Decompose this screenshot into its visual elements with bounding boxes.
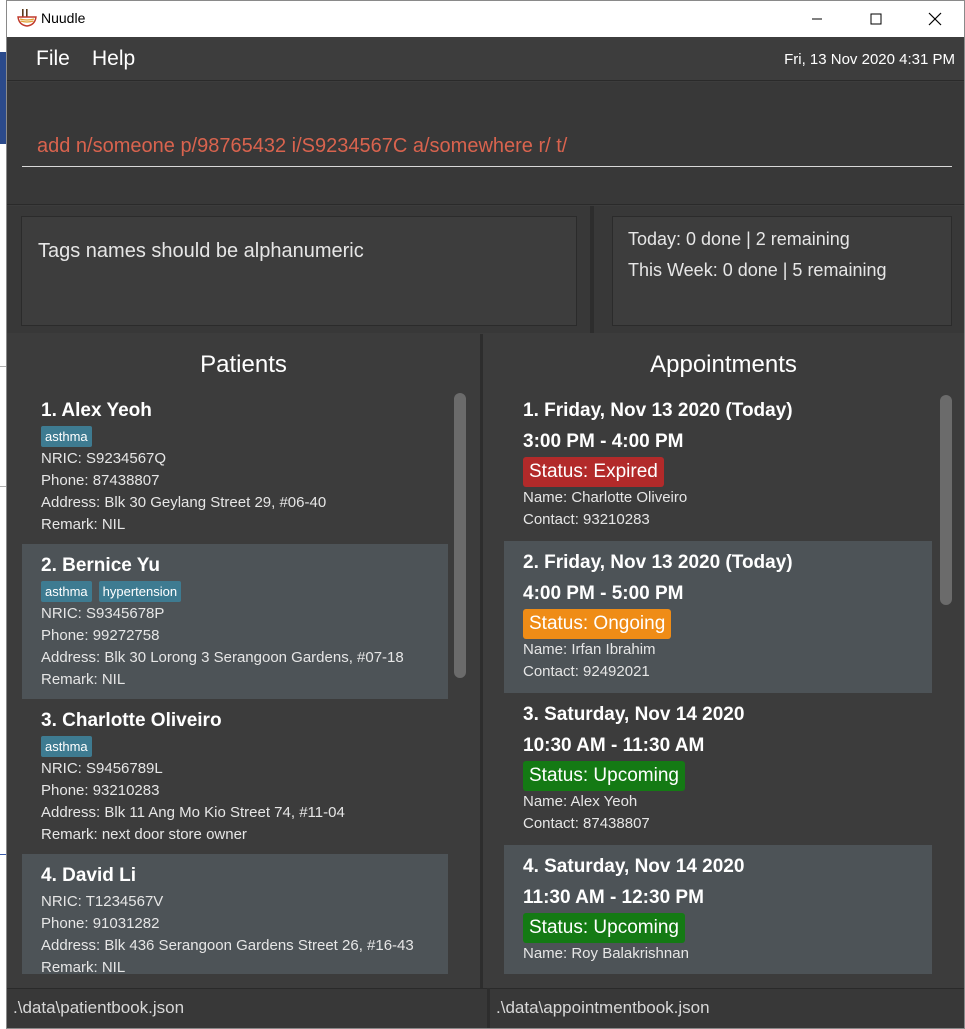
appointment-contact: Contact: 92492021 — [523, 663, 650, 680]
menu-file[interactable]: File — [36, 47, 70, 71]
appointment-patient-name: Name: Charlotte Oliveiro — [523, 489, 688, 506]
patient-nric: NRIC: S9345678P — [41, 605, 165, 622]
appointment-contact: Contact: 93210283 — [523, 511, 650, 528]
patient-phone: Phone: 91031282 — [41, 915, 160, 932]
command-input[interactable] — [22, 127, 952, 167]
appointment-time: 3:00 PM - 4:00 PM — [523, 431, 684, 452]
patient-phone: Phone: 99272758 — [41, 627, 160, 644]
patient-phone: Phone: 93210283 — [41, 782, 160, 799]
patient-remark: Remark: NIL — [41, 516, 126, 533]
title-bar: Nuudle — [7, 1, 964, 37]
patient-card[interactable]: 1. Alex Yeoh asthma NRIC: S9234567Q Phon… — [22, 389, 448, 544]
appointment-status-bar: .\data\appointmentbook.json — [490, 988, 964, 1028]
close-icon — [928, 12, 942, 26]
appointment-date: 3. Saturday, Nov 14 2020 — [523, 704, 745, 725]
patient-card[interactable]: 2. Bernice Yu asthma hypertension NRIC: … — [22, 544, 448, 699]
appointment-time: 11:30 AM - 12:30 PM — [523, 887, 704, 908]
patient-name: 4. David Li — [41, 865, 137, 886]
list-panes: Patients 1. Alex Yeoh asthma NRIC: S9234… — [7, 334, 964, 988]
patient-file-path: .\data\patientbook.json — [13, 998, 185, 1017]
stats-display: Today: 0 done | 2 remaining This Week: 0… — [612, 216, 952, 326]
result-display: Tags names should be alphanumeric — [21, 216, 577, 326]
appointment-patient-name: Name: Alex Yeoh — [523, 793, 638, 810]
patient-tags: asthma — [41, 736, 448, 758]
tag: asthma — [41, 426, 92, 447]
scrollbar-thumb[interactable] — [940, 395, 952, 605]
patient-name: 3. Charlotte Oliveiro — [41, 710, 222, 731]
result-message: Tags names should be alphanumeric — [38, 240, 364, 262]
patient-address: Address: Blk 30 Geylang Street 29, #06-4… — [41, 494, 327, 511]
appointments-title: Appointments — [650, 351, 797, 378]
appointment-card[interactable]: 1. Friday, Nov 13 2020 (Today) 3:00 PM -… — [504, 389, 932, 541]
menu-bar: File Help Fri, 13 Nov 2020 4:31 PM — [7, 37, 964, 81]
patient-tags: asthma — [41, 426, 448, 448]
appointment-date: 1. Friday, Nov 13 2020 (Today) — [523, 400, 793, 421]
current-datetime: Fri, 13 Nov 2020 4:31 PM — [784, 51, 955, 68]
appointment-time: 10:30 AM - 11:30 AM — [523, 735, 705, 756]
patient-status-bar: .\data\patientbook.json — [7, 988, 487, 1028]
patient-phone: Phone: 87438807 — [41, 472, 160, 489]
noodle-bowl-icon — [17, 9, 37, 27]
appointment-contact: Contact: 87438807 — [523, 815, 650, 832]
status-badge: Status: Upcoming — [523, 913, 685, 943]
tag: asthma — [41, 736, 92, 757]
stats-week: This Week: 0 done | 5 remaining — [628, 260, 887, 280]
patient-nric: NRIC: T1234567V — [41, 893, 164, 910]
appointment-card[interactable]: 4. Saturday, Nov 14 2020 11:30 AM - 12:3… — [504, 845, 932, 974]
status-badge: Status: Ongoing — [523, 609, 672, 639]
window-title: Nuudle — [41, 10, 86, 26]
appointment-list-scrollbar[interactable] — [940, 389, 952, 974]
patient-address: Address: Blk 30 Lorong 3 Serangoon Garde… — [41, 649, 404, 666]
appointment-patient-name: Name: Irfan Ibrahim — [523, 641, 656, 658]
appointment-date: 4. Saturday, Nov 14 2020 — [523, 856, 745, 877]
patient-name: 2. Bernice Yu — [41, 555, 160, 576]
command-box — [7, 82, 964, 205]
patient-card[interactable]: 3. Charlotte Oliveiro asthma NRIC: S9456… — [22, 699, 448, 854]
appointment-list[interactable]: 1. Friday, Nov 13 2020 (Today) 3:00 PM -… — [504, 389, 954, 974]
appointment-time: 4:00 PM - 5:00 PM — [523, 583, 684, 604]
patient-nric: NRIC: S9456789L — [41, 760, 163, 777]
patient-list-scrollbar[interactable] — [454, 389, 466, 974]
patient-remark: Remark: next door store owner — [41, 826, 247, 843]
close-button[interactable] — [906, 1, 964, 37]
appointments-pane: Appointments 1. Friday, Nov 13 2020 (Tod… — [483, 334, 964, 988]
stats-today: Today: 0 done | 2 remaining — [628, 229, 850, 249]
patient-tags: asthma hypertension — [41, 581, 448, 603]
patients-pane: Patients 1. Alex Yeoh asthma NRIC: S9234… — [7, 334, 480, 988]
maximize-icon — [870, 13, 882, 25]
app-window: Nuudle File Help Fri, 13 Nov 2020 4:31 P… — [6, 0, 965, 1029]
menu-help[interactable]: Help — [92, 47, 135, 71]
tag: hypertension — [98, 581, 182, 602]
result-row: Tags names should be alphanumeric Today:… — [7, 206, 964, 333]
patient-nric: NRIC: S9234567Q — [41, 450, 167, 467]
divider — [590, 206, 594, 333]
patient-remark: Remark: NIL — [41, 959, 126, 974]
appointment-card[interactable]: 2. Friday, Nov 13 2020 (Today) 4:00 PM -… — [504, 541, 932, 693]
appointment-date: 2. Friday, Nov 13 2020 (Today) — [523, 552, 793, 573]
patients-title: Patients — [200, 351, 287, 378]
scrollbar-thumb[interactable] — [454, 393, 466, 678]
patient-list[interactable]: 1. Alex Yeoh asthma NRIC: S9234567Q Phon… — [22, 389, 466, 974]
status-badge: Status: Expired — [523, 457, 664, 487]
patient-address: Address: Blk 11 Ang Mo Kio Street 74, #1… — [41, 804, 345, 821]
appointment-card[interactable]: 3. Saturday, Nov 14 2020 10:30 AM - 11:3… — [504, 693, 932, 845]
tag: asthma — [41, 581, 92, 602]
patient-name: 1. Alex Yeoh — [41, 400, 152, 421]
patient-card[interactable]: 4. David Li NRIC: T1234567V Phone: 91031… — [22, 854, 448, 974]
maximize-button[interactable] — [847, 1, 905, 37]
appointment-patient-name: Name: Roy Balakrishnan — [523, 945, 689, 962]
appointment-file-path: .\data\appointmentbook.json — [496, 998, 710, 1017]
minimize-icon — [812, 18, 822, 20]
minimize-button[interactable] — [788, 1, 846, 37]
patient-remark: Remark: NIL — [41, 671, 126, 688]
status-badge: Status: Upcoming — [523, 761, 685, 791]
patient-address: Address: Blk 436 Serangoon Gardens Stree… — [41, 937, 414, 954]
